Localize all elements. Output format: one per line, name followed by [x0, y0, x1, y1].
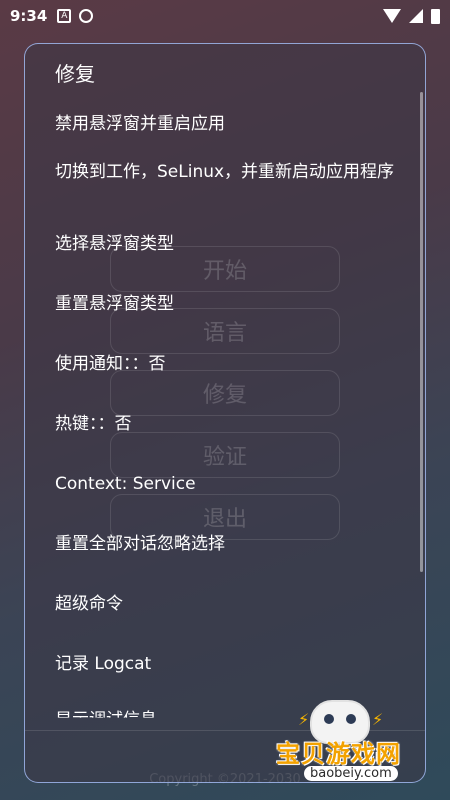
watermark-text: 宝贝游戏网: [276, 740, 401, 768]
battery-icon: [431, 8, 440, 24]
menu-item-logcat[interactable]: 记录 Logcat: [55, 652, 395, 676]
status-bar: 9:34 A: [0, 0, 450, 32]
menu-item-hotkey[interactable]: 热键：：否: [55, 412, 395, 436]
watermark-url: baobeiy.com: [304, 766, 398, 781]
dialog-scrollbar[interactable]: [420, 92, 423, 572]
lightning-icon: ⚡: [298, 710, 310, 729]
menu-item-context[interactable]: Context: Service: [55, 472, 395, 496]
wifi-icon: [383, 9, 401, 23]
menu-item-select-float-type[interactable]: 选择悬浮窗类型: [55, 232, 395, 256]
menu-item-reset-dialogs[interactable]: 重置全部对话忽略选择: [55, 532, 395, 556]
menu-item-disable-float[interactable]: 禁用悬浮窗并重启应用: [55, 112, 395, 136]
menu-item-reset-float-type[interactable]: 重置悬浮窗类型: [55, 292, 395, 316]
status-time: 9:34: [10, 7, 48, 25]
repair-dialog: 修复 禁用悬浮窗并重启应用 切换到工作，SeLinux，并重新启动应用程序 选择…: [24, 43, 426, 783]
menu-item-switch-selinux[interactable]: 切换到工作，SeLinux，并重新启动应用程序: [55, 160, 395, 184]
status-right: [383, 8, 440, 24]
lightning-icon: ⚡: [372, 710, 384, 729]
shield-notification-icon: [79, 9, 94, 23]
menu-item-use-notification[interactable]: 使用通知：：否: [55, 352, 395, 376]
dialog-title: 修复: [55, 62, 95, 86]
watermark-logo: ⚡ ⚡ 宝贝游戏网 baobeiy.com: [270, 700, 420, 790]
notification-a-icon: A: [57, 9, 72, 23]
menu-item-super-command[interactable]: 超级命令: [55, 592, 395, 616]
signal-icon: [409, 9, 423, 23]
